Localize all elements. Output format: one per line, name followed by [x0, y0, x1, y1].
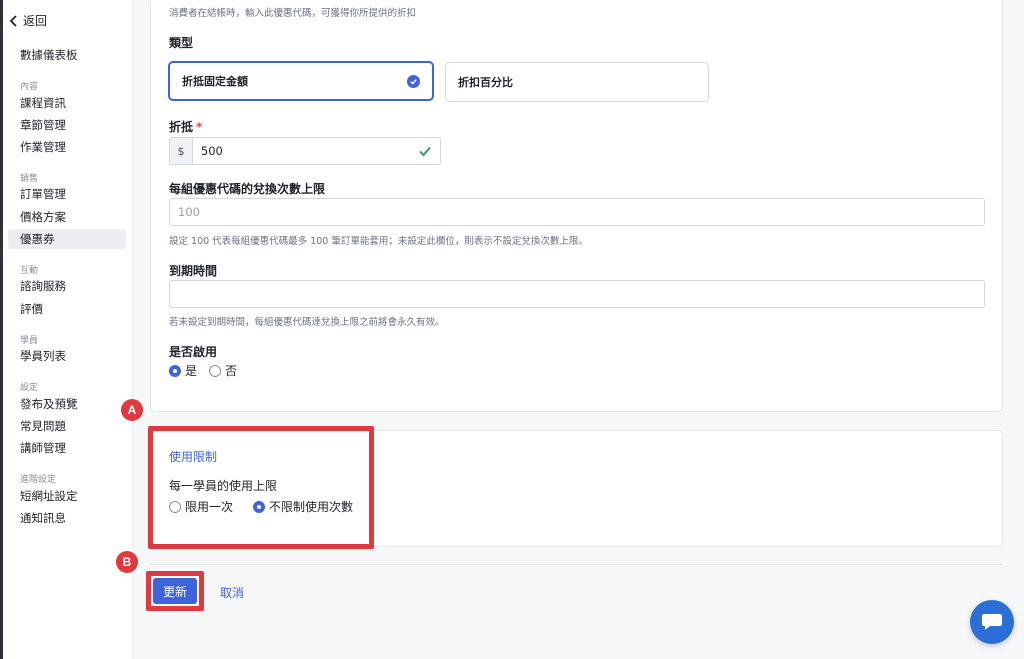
sidebar-item-student-list[interactable]: 學員列表 [8, 346, 126, 366]
sidebar-group-content: 內容 [20, 82, 39, 92]
discount-input[interactable] [192, 138, 440, 164]
sidebar-item-course-info[interactable]: 課程資訊 [8, 93, 126, 113]
type-option-percent-label: 折扣百分比 [458, 76, 513, 89]
enable-yes-label: 是 [185, 364, 198, 378]
sidebar-group-students: 學員 [20, 336, 39, 346]
type-option-fixed-amount[interactable]: 折抵固定金額 [168, 61, 434, 101]
chat-button[interactable] [970, 600, 1014, 644]
sidebar-item-assignments[interactable]: 作業管理 [8, 137, 126, 157]
expiry-input-box [169, 280, 985, 308]
back-button[interactable]: 返回 [9, 12, 47, 29]
discount-label-text: 折抵 [169, 120, 194, 134]
type-label: 類型 [169, 36, 194, 50]
limit-hint: 設定 100 代表每組優惠代碼最多 100 筆訂單能套用；未設定此欄位，則表示不… [169, 236, 588, 247]
sidebar-item-pricing[interactable]: 價格方案 [8, 207, 126, 227]
enable-radio-group: 是 否 [169, 362, 237, 379]
discount-input-group: $ [169, 137, 441, 165]
limit-label: 每組優惠代碼的兌換次數上限 [169, 182, 326, 196]
type-option-fixed-label: 折抵固定金額 [182, 75, 248, 88]
update-button[interactable]: 更新 [153, 578, 197, 604]
valid-check-icon [419, 146, 431, 157]
sidebar-item-chapters[interactable]: 章節管理 [8, 115, 126, 135]
sidebar-item-notifications[interactable]: 通知訊息 [8, 508, 126, 528]
required-mark: * [196, 120, 203, 134]
sidebar-item-coupons[interactable]: 優惠券 [8, 229, 126, 249]
check-icon [407, 75, 420, 88]
sidebar-group-advanced: 進階設定 [20, 475, 57, 485]
expiry-input[interactable] [170, 281, 984, 307]
sidebar: 返回 數據儀表板 內容 課程資訊 章節管理 作業管理 銷售 訂單管理 價格方案 … [3, 0, 133, 659]
sidebar-item-consulting[interactable]: 諮詢服務 [8, 276, 126, 296]
sidebar-group-settings: 設定 [20, 383, 39, 393]
sidebar-item-faq[interactable]: 常見問題 [8, 416, 126, 436]
sidebar-group-interaction: 互動 [20, 266, 39, 276]
sidebar-item-orders[interactable]: 訂單管理 [8, 184, 126, 204]
limit-input-box [169, 198, 985, 226]
annotation-marker-b: B [116, 551, 138, 573]
redemption-limit-input[interactable] [170, 199, 984, 225]
enable-radio-no[interactable]: 否 [209, 362, 237, 379]
sidebar-item-dashboard[interactable]: 數據儀表板 [8, 45, 126, 65]
sidebar-item-reviews[interactable]: 評價 [8, 299, 126, 319]
discount-label: 折抵 * [169, 118, 202, 135]
expiry-label: 到期時間 [169, 264, 218, 278]
sidebar-item-publish[interactable]: 發布及預覽 [8, 394, 126, 414]
enable-no-label: 否 [225, 364, 238, 378]
annotation-marker-a: A [121, 399, 143, 421]
expiry-hint: 若未設定到期時間，每組優惠代碼達兌換上限之前將會永久有效。 [169, 317, 445, 328]
enable-label: 是否啟用 [169, 345, 218, 359]
chat-bubble-icon [982, 614, 1002, 630]
code-hint: 消費者在結帳時，輸入此優惠代碼，可獲得你所提供的折扣 [169, 8, 417, 19]
sidebar-group-sales: 銷售 [20, 174, 39, 184]
sidebar-item-short-url[interactable]: 短網址設定 [8, 486, 126, 506]
annotation-frame-a [148, 426, 374, 549]
back-label: 返回 [23, 14, 48, 28]
type-option-percentage[interactable]: 折扣百分比 [445, 62, 709, 102]
sidebar-item-instructors[interactable]: 講師管理 [8, 438, 126, 458]
radio-unchecked-indicator [209, 364, 222, 377]
enable-radio-yes[interactable]: 是 [169, 362, 197, 379]
currency-prefix: $ [170, 138, 193, 164]
cancel-button[interactable]: 取消 [220, 584, 244, 601]
chevron-left-icon [9, 14, 17, 27]
footer-divider [150, 564, 1003, 565]
radio-checked-indicator [169, 364, 181, 377]
